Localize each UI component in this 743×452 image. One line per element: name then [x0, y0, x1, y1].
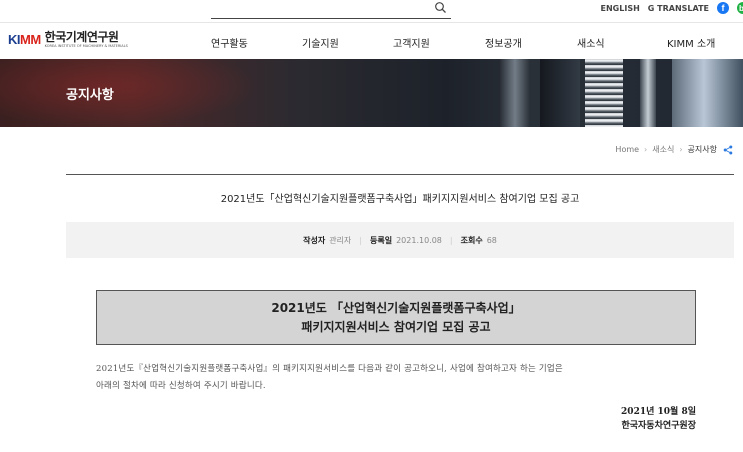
signature-block: 2021년 10월 8일 한국자동차연구원장 — [621, 405, 696, 433]
share-icon[interactable] — [723, 145, 733, 155]
signature-org: 한국자동차연구원장 — [621, 421, 696, 431]
translate-link[interactable]: G TRANSLATE — [648, 4, 709, 13]
page-title: 공지사항 — [66, 88, 114, 103]
author-value: 관리자 — [329, 235, 352, 245]
utility-bar: ENGLISH G TRANSLATE f b — [0, 0, 743, 22]
author-label: 작성자 — [303, 235, 326, 245]
header-divider — [0, 22, 743, 23]
notice-title-box: 2021년도 「산업혁신기술지원플랫폼구축사업」 패키지지원서비스 참여기업 모… — [96, 290, 696, 345]
nav-item-research[interactable]: 연구활동 — [211, 35, 248, 50]
views-value: 68 — [486, 235, 497, 245]
breadcrumb-current: 공지사항 — [687, 145, 717, 154]
body-line: 2021년도『산업혁신기술지원플랫폼구축사업』의 패키지지원서비스를 다음과 같… — [96, 364, 563, 374]
utility-links: ENGLISH G TRANSLATE f b — [601, 2, 743, 14]
nav-item-disclosure[interactable]: 정보공개 — [485, 35, 522, 50]
meta-divider: | — [359, 235, 362, 245]
notice-title-line2: 패키지지원서비스 참여기업 모집 공고 — [301, 319, 491, 334]
nav-item-about[interactable]: KIMM 소개 — [667, 35, 715, 50]
post-body: 2021년도『산업혁신기술지원플랫폼구축사업』의 패키지지원서비스를 다음과 같… — [96, 361, 696, 395]
breadcrumb: Home › 새소식 › 공지사항 — [615, 144, 733, 155]
breadcrumb-news[interactable]: 새소식 — [652, 144, 674, 155]
date-label: 등록일 — [370, 235, 393, 245]
breadcrumb-home[interactable]: Home — [615, 145, 639, 154]
main-nav: 연구활동 기술지원 고객지원 정보공개 새소식 KIMM 소개 — [0, 35, 743, 50]
nav-item-customer-support[interactable]: 고객지원 — [393, 35, 430, 50]
body-line: 아래의 절차에 따라 신청하여 주시기 바랍니다. — [96, 381, 266, 391]
english-link[interactable]: ENGLISH — [601, 4, 640, 13]
naver-blog-icon[interactable]: b — [737, 2, 743, 14]
views-label: 조회수 — [460, 235, 483, 245]
nav-item-news[interactable]: 새소식 — [577, 35, 605, 50]
article-top-rule — [66, 174, 734, 175]
meta-divider: | — [449, 235, 453, 245]
breadcrumb-separator: › — [644, 145, 648, 154]
search-icon[interactable] — [434, 1, 448, 15]
breadcrumb-separator: › — [679, 145, 683, 154]
post-title: 2021년도「산업혁신기술지원플랫폼구축사업」패키지지원서비스 참여기업 모집 … — [220, 194, 580, 205]
post-meta: 작성자 관리자 | 등록일 2021.10.08 | 조회수 68 — [66, 222, 734, 258]
signature-date: 2021년 10월 8일 — [621, 407, 696, 417]
date-value: 2021.10.08 — [396, 235, 442, 245]
nav-item-tech-support[interactable]: 기술지원 — [302, 35, 339, 50]
notice-title-line1: 2021년도 「산업혁신기술지원플랫폼구축사업」 — [271, 300, 521, 315]
search-input[interactable] — [211, 0, 451, 19]
facebook-icon[interactable]: f — [717, 2, 729, 14]
